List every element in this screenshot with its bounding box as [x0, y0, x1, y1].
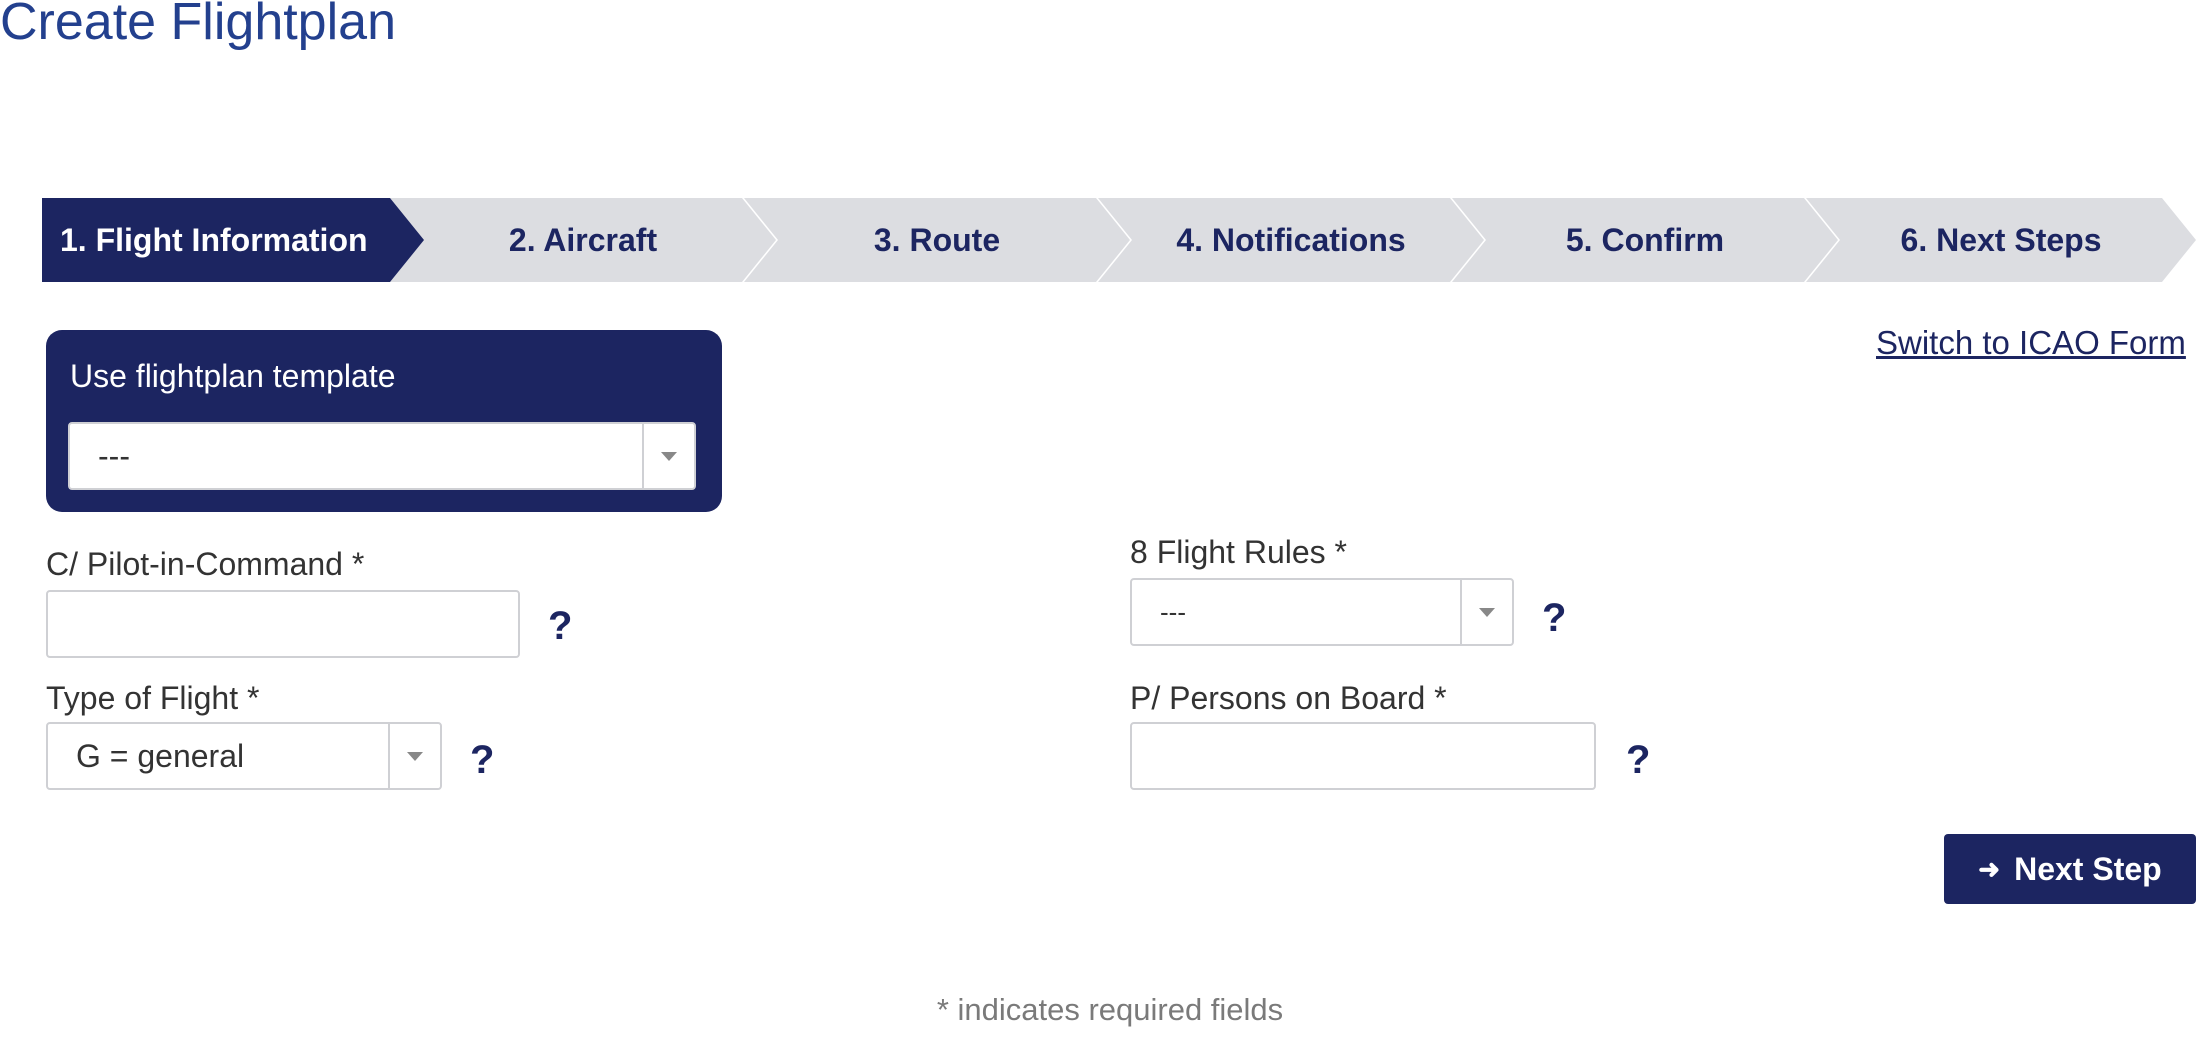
template-panel: Use flightplan template --- [46, 330, 722, 512]
pilot-input[interactable] [46, 590, 520, 658]
flight-rules-select[interactable]: --- [1130, 578, 1514, 646]
switch-to-icao-link[interactable]: Switch to ICAO Form [1876, 324, 2186, 362]
wizard-step-notifications[interactable]: 4. Notifications [1098, 198, 1484, 282]
type-of-flight-label: Type of Flight * [46, 680, 260, 716]
wizard-step-confirm[interactable]: 5. Confirm [1452, 198, 1838, 282]
chevron-down-icon [642, 424, 694, 488]
type-of-flight-value: G = general [76, 737, 245, 774]
type-of-flight-help-icon[interactable]: ? [470, 740, 494, 780]
next-step-button[interactable]: ➜ Next Step [1944, 834, 2196, 904]
wizard-steps: 1. Flight Information 2. Aircraft 3. Rou… [0, 0, 2200, 1040]
type-of-flight-select[interactable]: G = general [46, 722, 442, 790]
persons-on-board-help-icon[interactable]: ? [1626, 740, 1650, 780]
wizard-step-route[interactable]: 3. Route [744, 198, 1130, 282]
pilot-help-icon[interactable]: ? [548, 606, 572, 646]
wizard-step-next-steps[interactable]: 6. Next Steps [1806, 198, 2196, 282]
required-fields-note: * indicates required fields [936, 992, 1284, 1027]
persons-on-board-input[interactable] [1130, 722, 1596, 790]
pilot-label: C/ Pilot-in-Command * [46, 546, 365, 582]
flight-rules-label: 8 Flight Rules * [1130, 534, 1347, 570]
template-select[interactable]: --- [68, 422, 696, 490]
flight-rules-help-icon[interactable]: ? [1542, 598, 1566, 638]
flight-rules-value: --- [1160, 596, 1186, 627]
chevron-down-icon [388, 724, 440, 788]
next-step-label: Next Step [2014, 850, 2162, 887]
persons-on-board-label: P/ Persons on Board * [1130, 680, 1447, 716]
wizard-step-flight-information[interactable]: 1. Flight Information [42, 198, 426, 282]
wizard-step-aircraft[interactable]: 2. Aircraft [390, 198, 776, 282]
chevron-down-icon [1460, 580, 1512, 644]
template-select-value: --- [98, 437, 130, 474]
arrow-right-icon: ➜ [1978, 853, 2001, 884]
template-label: Use flightplan template [70, 358, 396, 394]
page-title: Create Flightplan [0, 0, 396, 51]
